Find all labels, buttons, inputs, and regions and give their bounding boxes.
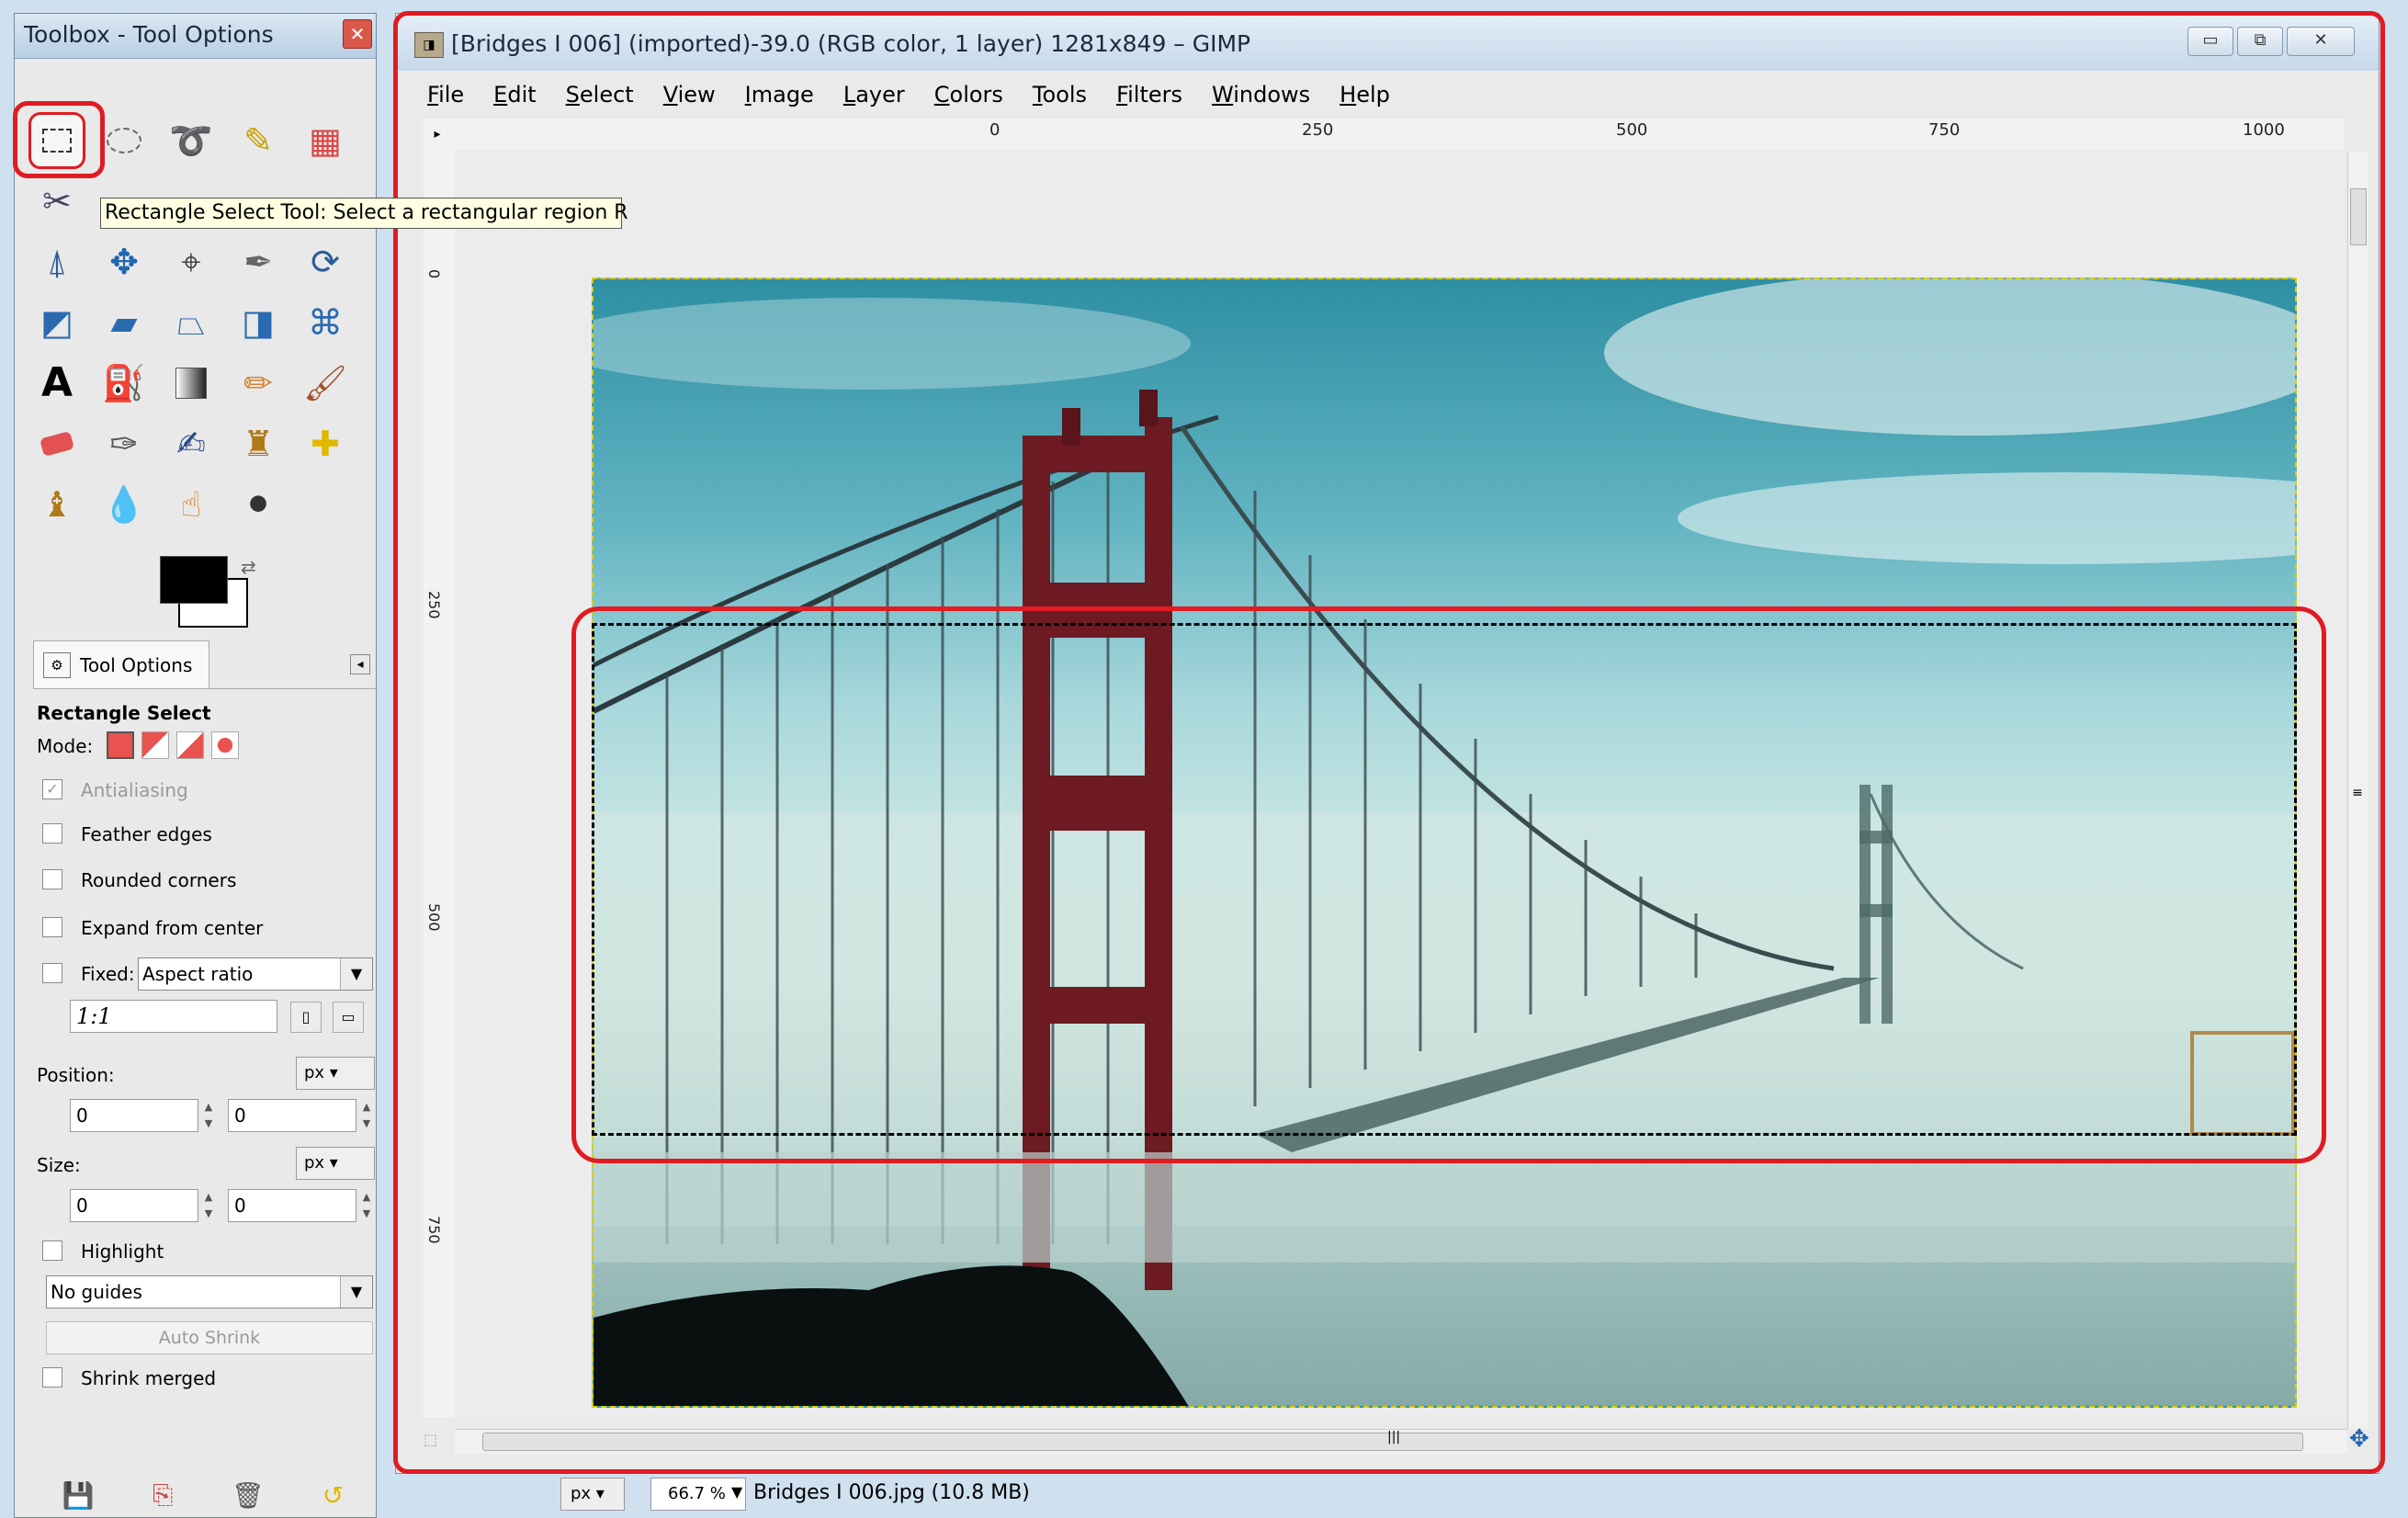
tool-name: Rectangle Select <box>37 702 211 724</box>
save-options-icon[interactable]: 💾 <box>62 1480 95 1511</box>
close-icon[interactable]: ✕ <box>343 19 372 49</box>
fixed-dropdown[interactable]: Aspect ratio ▼ <box>138 957 373 991</box>
heal-icon[interactable]: ✚ <box>300 418 351 470</box>
tool-options-panel: Rectangle Select Mode: ✓ Antialiasing Fe… <box>33 688 378 1470</box>
size-w-input[interactable]: 0 <box>70 1189 198 1222</box>
position-y-input[interactable]: 0 <box>228 1099 356 1132</box>
clone-icon[interactable]: ♜ <box>232 418 284 470</box>
tab-tool-options[interactable]: ⚙ Tool Options <box>33 640 209 688</box>
reset-options-icon[interactable]: ↺ <box>322 1480 344 1511</box>
mode-replace-button[interactable] <box>107 731 134 759</box>
scissors-icon[interactable]: ✂ <box>31 176 83 227</box>
ellipse-select-icon[interactable] <box>98 115 150 166</box>
flip-icon[interactable]: ◨ <box>232 297 284 348</box>
delete-options-icon[interactable]: 🗑 <box>232 1480 265 1511</box>
toolbox-title: Toolbox - Tool Options <box>24 21 274 48</box>
restore-options-icon[interactable]: ⎘ <box>153 1479 173 1511</box>
feather-edges-label: Feather edges <box>81 823 212 845</box>
status-zoom-value: 66.7 % <box>668 1484 726 1503</box>
size-unit-select[interactable]: px ▾ <box>296 1147 375 1180</box>
chevron-down-icon: ▼ <box>340 958 372 990</box>
feather-edges-checkbox[interactable] <box>42 823 62 844</box>
shrink-merged-label: Shrink merged <box>81 1367 217 1389</box>
tooltip: Rectangle Select Tool: Select a rectangu… <box>100 198 628 229</box>
toolbox-titlebar: Toolbox - Tool Options ✕ <box>15 14 376 59</box>
status-info: Bridges I 006.jpg (10.8 MB) <box>753 1481 1030 1504</box>
fixed-checkbox[interactable] <box>42 963 62 983</box>
position-unit-value: px <box>304 1063 325 1082</box>
eraser-icon[interactable] <box>31 418 83 470</box>
align-icon[interactable]: ⍋ <box>31 236 83 288</box>
smudge-icon[interactable]: ☝ <box>165 479 217 530</box>
crop-icon[interactable]: ⌖ <box>165 236 217 288</box>
highlight-checkbox[interactable] <box>42 1240 62 1261</box>
highlight-selection <box>571 606 2326 1163</box>
perspective-clone-icon[interactable]: ♝ <box>31 479 83 530</box>
size-w-spin[interactable]: ▲ ▼ <box>202 1189 215 1222</box>
status-unit-value: px <box>571 1484 592 1503</box>
position-x-spin[interactable]: ▲ ▼ <box>202 1099 215 1132</box>
position-label: Position: <box>37 1064 115 1086</box>
cage-icon[interactable]: ⌘ <box>300 297 351 348</box>
ink-icon[interactable]: ✍ <box>165 418 217 470</box>
rotate-icon[interactable]: ⟳ <box>300 236 351 288</box>
chevron-down-icon[interactable]: ▼ <box>731 1483 742 1501</box>
antialiasing-label: Antialiasing <box>81 779 188 801</box>
ratio-input[interactable]: 1:1 <box>70 1000 277 1033</box>
tab-menu-icon[interactable]: ◂ <box>350 654 370 674</box>
size-unit-value: px <box>304 1153 325 1172</box>
color-select-icon[interactable]: ▦ <box>300 115 351 166</box>
position-y-spin[interactable]: ▲ ▼ <box>360 1099 373 1132</box>
expand-from-center-label: Expand from center <box>81 917 264 939</box>
tool-options-icon: ⚙ <box>43 652 71 678</box>
fixed-label: Fixed: <box>81 963 135 985</box>
rounded-corners-label: Rounded corners <box>81 869 237 891</box>
free-select-icon[interactable]: ➰ <box>165 115 217 166</box>
move-icon[interactable]: ✥ <box>98 236 150 288</box>
highlight-rect-tool <box>13 101 105 178</box>
position-unit-select[interactable]: px ▾ <box>296 1057 375 1090</box>
size-h-spin[interactable]: ▲ ▼ <box>360 1189 373 1222</box>
dodge-burn-icon[interactable]: ⚫ <box>232 479 284 530</box>
fuzzy-select-icon[interactable]: ✎ <box>232 115 284 166</box>
toolbox-window: Toolbox - Tool Options ✕ ➰ ✎ ▦ ✂ ⍋ ✥ ⌖ ✒… <box>14 13 628 1518</box>
shear-icon[interactable]: ▰ <box>98 297 150 348</box>
knife-icon[interactable]: ✒ <box>232 236 284 288</box>
bucket-fill-icon[interactable]: ⛽ <box>98 357 150 409</box>
perspective-icon[interactable]: ⏢ <box>165 297 217 348</box>
size-label: Size: <box>37 1154 81 1176</box>
text-icon[interactable]: A <box>31 357 83 409</box>
tool-grid: ➰ ✎ ▦ ✂ ⍋ ✥ ⌖ ✒ ⟳ ◩ ▰ ⏢ ◨ ⌘ A ⛽ ✏ 🖌 ✑ ✍ … <box>28 112 367 539</box>
position-x-input[interactable]: 0 <box>70 1099 198 1132</box>
status-unit-select[interactable]: px ▾ <box>560 1478 625 1511</box>
highlight-label: Highlight <box>81 1240 164 1263</box>
landscape-icon[interactable]: ▭ <box>333 1002 364 1033</box>
foreground-color-swatch[interactable] <box>160 556 228 604</box>
rounded-corners-checkbox[interactable] <box>42 869 62 889</box>
tab-tool-options-label: Tool Options <box>80 654 193 676</box>
blur-icon[interactable]: 💧 <box>98 479 150 530</box>
tool-options-footer: 💾 ⎘ 🗑 ↺ <box>33 1475 373 1515</box>
airbrush-icon[interactable]: ✑ <box>98 418 150 470</box>
swap-colors-icon[interactable]: ⇄ <box>241 556 256 578</box>
paintbrush-icon[interactable]: 🖌 <box>300 357 351 409</box>
expand-from-center-checkbox[interactable] <box>42 917 62 937</box>
mode-intersect-button[interactable] <box>211 731 239 759</box>
portrait-icon[interactable]: ▯ <box>290 1002 322 1033</box>
scale-icon[interactable]: ◩ <box>31 297 83 348</box>
mode-label: Mode: <box>37 735 94 757</box>
shrink-merged-checkbox[interactable] <box>42 1367 62 1388</box>
chevron-down-icon: ▼ <box>340 1276 372 1308</box>
guides-dropdown[interactable]: No guides ▼ <box>46 1275 373 1308</box>
mode-add-button[interactable] <box>141 731 169 759</box>
auto-shrink-button[interactable]: Auto Shrink <box>46 1321 373 1354</box>
mode-subtract-button[interactable] <box>176 731 204 759</box>
pencil-icon[interactable]: ✏ <box>232 357 284 409</box>
antialiasing-checkbox[interactable]: ✓ <box>42 779 62 799</box>
fg-bg-colors[interactable]: ⇄ <box>160 556 261 639</box>
guides-dropdown-value: No guides <box>51 1281 142 1303</box>
blend-icon[interactable] <box>165 357 217 409</box>
fixed-dropdown-value: Aspect ratio <box>142 963 254 985</box>
size-h-input[interactable]: 0 <box>228 1189 356 1222</box>
